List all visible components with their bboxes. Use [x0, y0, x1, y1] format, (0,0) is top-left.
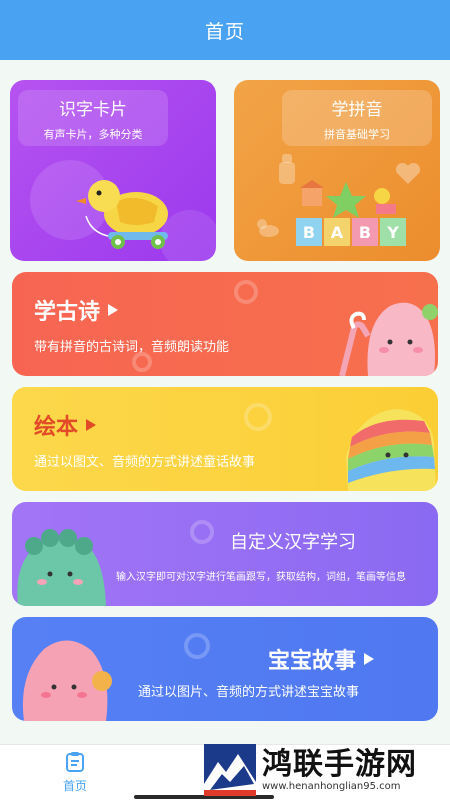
card-title: 绘本 — [34, 409, 97, 441]
card-title: 自定义汉字学习 — [230, 532, 356, 553]
watermark-url: www.henanhonglian95.com — [262, 780, 401, 792]
main-content: 识字卡片 有声卡片，多种分类 学拼音 拼音基础学习 B A B Y 学古诗 带有… — [0, 60, 450, 744]
card-subtitle: 输入汉字即可对汉字进行笔画跟写，获取结构，词组，笔画等信息 — [116, 572, 406, 583]
tab-home-label: 首页 — [62, 779, 87, 793]
card-subtitle: 通过以图文、音频的方式讲述童话故事 — [34, 455, 256, 470]
block-letter: A — [331, 223, 344, 242]
block-letter: B — [359, 223, 371, 242]
duck-toy-icon — [76, 180, 168, 249]
rainbow-mascot-icon — [346, 409, 436, 491]
decor-ring — [184, 633, 210, 659]
card-subtitle: 带有拼音的古诗词，音频朗读功能 — [34, 340, 230, 355]
card-subtitle: 拼音基础学习 — [324, 127, 390, 141]
card-ancient-poems[interactable]: 学古诗 带有拼音的古诗词，音频朗读功能 — [12, 272, 438, 376]
card-title: 识字卡片 — [59, 99, 127, 120]
home-tab-icon — [66, 752, 84, 772]
watermark-logo-icon — [204, 744, 256, 796]
baby-blocks-icon: B A B Y — [296, 180, 406, 246]
card-title: 学古诗 — [34, 294, 119, 326]
block-letter: B — [303, 223, 315, 242]
decor-ring — [132, 352, 152, 372]
watermark: 鸿联手游网 www.henanhonglian95.com — [200, 740, 450, 800]
card-subtitle: 有声卡片，多种分类 — [43, 127, 143, 141]
tab-home[interactable]: 首页 — [50, 751, 100, 794]
card-character-cards[interactable]: 识字卡片 有声卡片，多种分类 — [10, 80, 216, 261]
card-label-pill: 学拼音 拼音基础学习 — [282, 90, 432, 146]
card-picture-books[interactable]: 绘本 通过以图文、音频的方式讲述童话故事 — [12, 387, 438, 491]
watermark-text: 鸿联手游网 — [262, 746, 417, 782]
decor-ring — [234, 280, 258, 304]
card-pinyin[interactable]: 学拼音 拼音基础学习 B A B Y — [234, 80, 440, 261]
play-arrow-icon — [364, 653, 375, 665]
candy-mascot-icon — [339, 302, 438, 376]
card-title: 宝宝故事 — [268, 643, 375, 675]
play-arrow-icon — [86, 419, 97, 431]
card-title: 学拼音 — [331, 99, 383, 120]
pink-mascot-icon — [22, 640, 112, 721]
card-subtitle: 通过以图片、音频的方式讲述宝宝故事 — [138, 685, 360, 700]
decor-ring — [244, 403, 272, 431]
card-label-pill: 识字卡片 有声卡片，多种分类 — [18, 90, 168, 146]
header-bar: 首页 — [0, 0, 450, 60]
green-mascot-icon — [17, 529, 106, 606]
card-custom-characters[interactable]: 自定义汉字学习 输入汉字即可对汉字进行笔画跟写，获取结构，词组，笔画等信息 — [12, 502, 438, 606]
duck-small-icon — [257, 219, 279, 237]
decor-ring — [190, 520, 214, 544]
page-title: 首页 — [204, 20, 245, 43]
play-arrow-icon — [108, 304, 119, 316]
card-baby-stories[interactable]: 宝宝故事 通过以图片、音频的方式讲述宝宝故事 — [12, 617, 438, 721]
block-letter: Y — [386, 223, 399, 242]
